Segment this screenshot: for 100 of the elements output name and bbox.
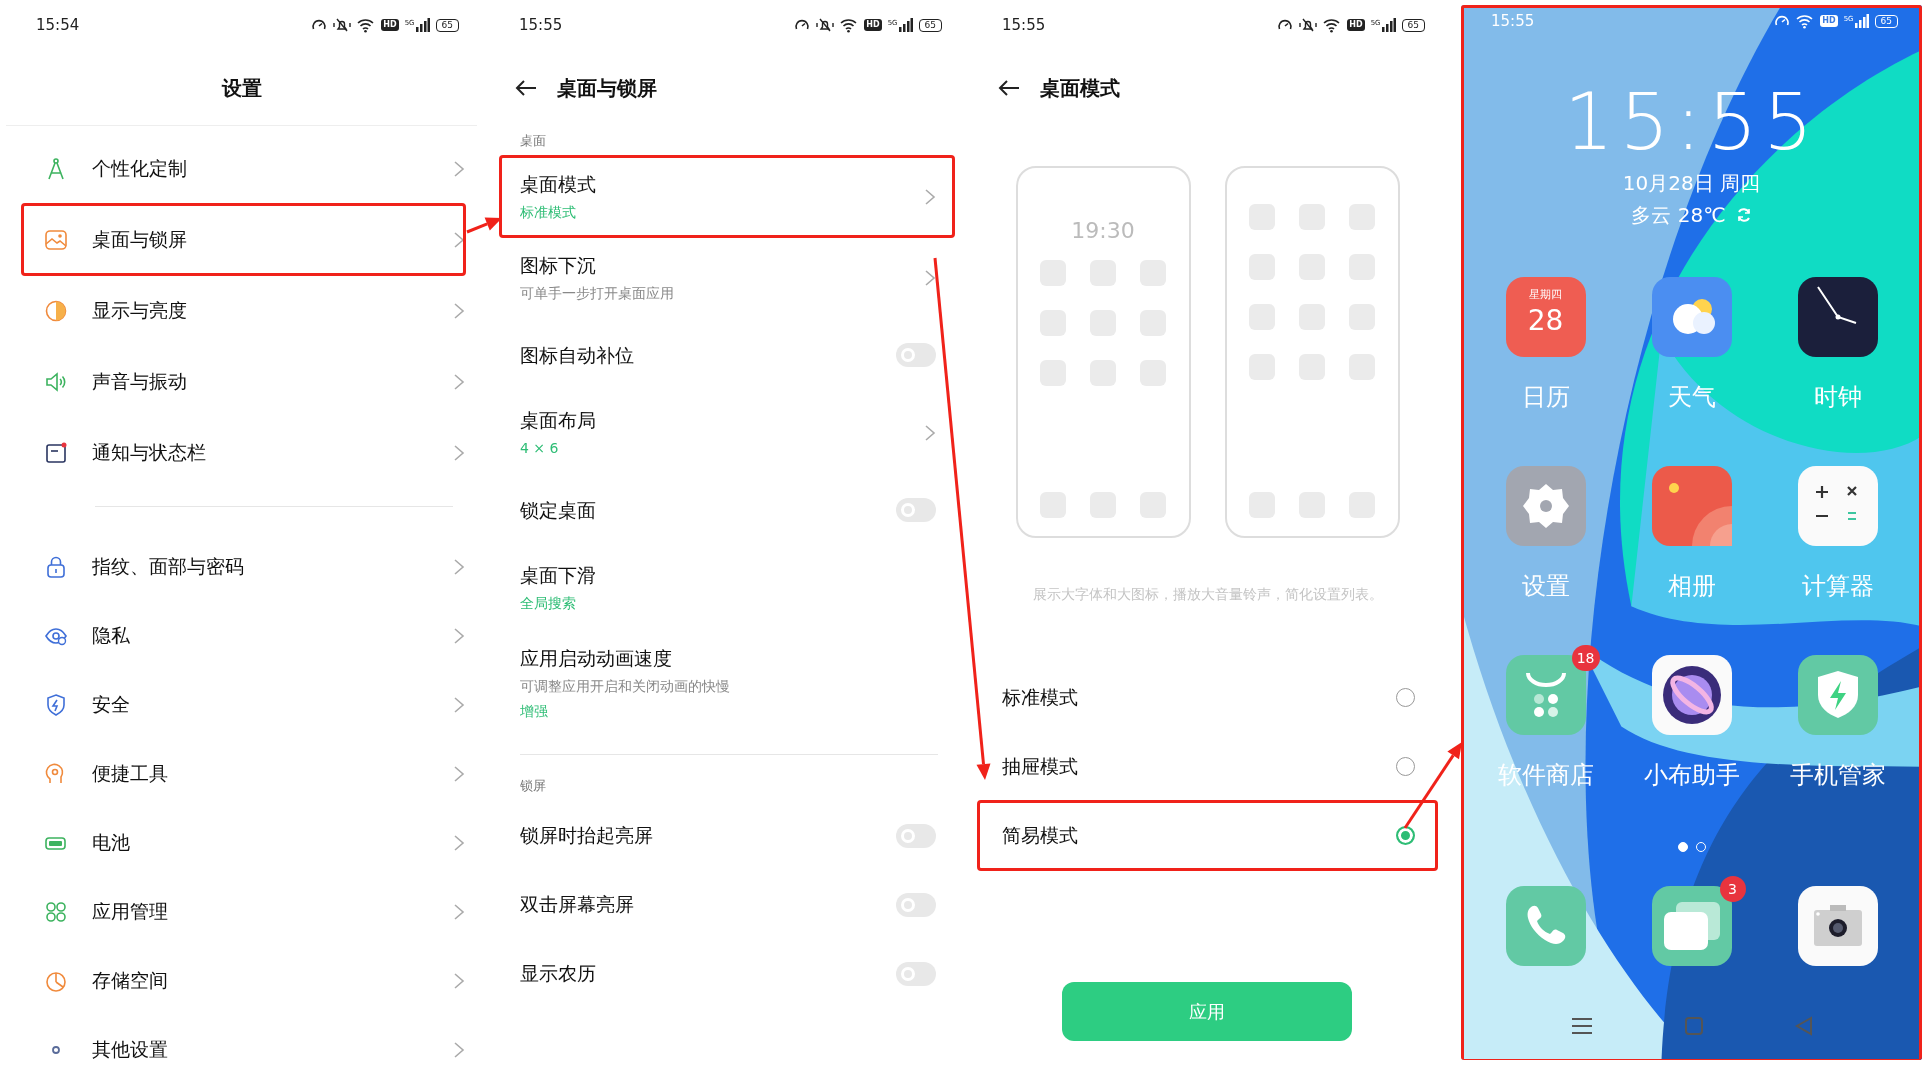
chevron-right-icon (924, 187, 936, 206)
settings-item[interactable]: 应用管理 (22, 877, 465, 946)
item-value: 4 × 6 (520, 439, 560, 459)
shield-app-icon[interactable] (1797, 655, 1878, 735)
signal-icon (415, 18, 430, 32)
item-label: 桌面下滑 (520, 562, 597, 588)
shield-icon (44, 692, 68, 717)
camera-app-icon[interactable] (1797, 886, 1878, 966)
radio-button[interactable] (1396, 826, 1415, 845)
settings-item[interactable]: 图标下沉 可单手一步打开桌面应用 (500, 237, 954, 318)
item-description: 可调整应用开启和关闭动画的快慢 (520, 677, 731, 697)
mode-option[interactable]: 抽屉模式 (978, 732, 1437, 801)
back-arrow-icon[interactable] (998, 79, 1020, 97)
chevron-right-icon (453, 301, 465, 320)
wifi-icon (357, 17, 376, 33)
settings-item[interactable]: 安全 (22, 670, 465, 739)
settings-item[interactable]: 显示与亮度 (22, 275, 465, 346)
wifi-icon (1323, 17, 1342, 33)
weather-app-icon[interactable] (1651, 277, 1732, 357)
page-title: 桌面与锁屏 (557, 75, 657, 102)
settings-item[interactable]: 桌面与锁屏 (22, 204, 465, 275)
gear-app-icon[interactable] (1505, 466, 1586, 546)
picture-icon (44, 227, 68, 252)
settings-item[interactable]: 其他设置 (22, 1015, 465, 1067)
chevron-right-icon (453, 695, 465, 714)
notification-icon (44, 440, 68, 465)
settings-item[interactable]: 隐私 (22, 601, 465, 670)
item-value: 增强 (520, 702, 549, 722)
status-time: 15:55 (1002, 14, 1046, 36)
item-label: 图标下沉 (520, 252, 597, 278)
battery-indicator: 65 (435, 18, 459, 32)
battery-indicator: 65 (918, 18, 942, 32)
settings-item[interactable]: 电池 (22, 808, 465, 877)
settings-item[interactable]: 存储空间 (22, 946, 465, 1015)
chevron-right-icon (453, 626, 465, 645)
settings-item[interactable]: 桌面下滑 全局搜索 (500, 547, 954, 628)
settings-item[interactable]: 指纹、面部与密码 (22, 532, 465, 601)
date-text: 10月28日 周四 (1622, 170, 1761, 197)
hd-indicator: HD (381, 19, 399, 31)
settings-item[interactable]: 图标自动补位 (500, 318, 954, 392)
calculator-app-icon[interactable] (1797, 466, 1878, 546)
settings-item[interactable]: 锁屏时抬起亮屏 (500, 801, 954, 870)
chevron-right-icon (453, 230, 465, 249)
item-description: 可单手一步打开桌面应用 (520, 284, 675, 304)
settings-item[interactable]: 个性化定制 (22, 133, 465, 204)
settings-item[interactable]: 便捷工具 (22, 739, 465, 808)
wifi-icon (840, 17, 859, 33)
item-label: 锁屏时抬起亮屏 (520, 823, 654, 849)
chevron-right-icon (924, 268, 936, 287)
section-header: 桌面 (520, 132, 546, 151)
app-label[interactable]: 手机管家 (1789, 760, 1886, 790)
app-label[interactable]: 小布助手 (1643, 760, 1740, 790)
phone-app-icon[interactable] (1505, 886, 1586, 966)
mode-option[interactable]: 简易模式 (978, 801, 1437, 870)
page-indicator-dot[interactable] (1677, 842, 1688, 852)
chevron-right-icon (453, 764, 465, 783)
weather-text: 多云 28℃ (1631, 202, 1726, 229)
settings-item[interactable]: 双击屏幕亮屏 (500, 870, 954, 939)
settings-item[interactable]: 通知与状态栏 (22, 417, 465, 488)
status-time: 15:55 (519, 14, 563, 36)
mode-option[interactable]: 标准模式 (978, 663, 1437, 732)
hd-indicator: HD (864, 19, 882, 31)
half-circle-icon (44, 298, 68, 323)
chevron-right-icon (453, 372, 465, 391)
settings-item[interactable]: 锁定桌面 (500, 473, 954, 547)
status-time: 15:54 (36, 14, 80, 36)
page-title: 设置 (221, 74, 262, 102)
chevron-right-icon (453, 833, 465, 852)
refresh-icon[interactable] (1735, 207, 1752, 223)
item-label: 锁定桌面 (520, 497, 597, 523)
chevron-right-icon (453, 1040, 465, 1059)
chevron-right-icon (924, 423, 936, 442)
item-label: 桌面模式 (520, 171, 597, 197)
icon-day: 28 (1527, 303, 1564, 338)
settings-item[interactable]: 桌面布局 4 × 6 (500, 392, 954, 473)
planet-app-icon[interactable] (1651, 655, 1732, 735)
signal-icon (1381, 18, 1396, 32)
settings-item[interactable]: 声音与振动 (22, 346, 465, 417)
clock-app-icon[interactable] (1797, 277, 1878, 357)
icon-weekday: 星期四 (1529, 287, 1562, 303)
signal-icon (898, 18, 913, 32)
annotation-arrow (466, 217, 502, 234)
item-label: 图标自动补位 (520, 342, 635, 368)
lock-icon (44, 554, 68, 579)
menu-icon[interactable] (1569, 1016, 1594, 1036)
chevron-right-icon (453, 971, 465, 990)
item-label: 应用启动动画速度 (520, 645, 673, 671)
preview-clock: 19:30 (1071, 216, 1135, 245)
settings-item[interactable]: 桌面模式 标准模式 (500, 156, 954, 237)
battery-indicator: 65 (1874, 14, 1898, 28)
back-arrow-icon[interactable] (515, 79, 537, 97)
mode-description: 展示大字体和大图标，播放大音量铃声，简化设置列表。 (1031, 585, 1384, 604)
circle-icon (52, 1045, 60, 1054)
settings-item[interactable]: 显示农历 (500, 939, 954, 1008)
app-grid-icon (44, 899, 68, 924)
battery-indicator: 65 (1401, 18, 1425, 32)
item-label: 桌面布局 (520, 407, 597, 433)
settings-item[interactable]: 应用启动动画速度 可调整应用开启和关闭动画的快慢 增强 (500, 628, 954, 738)
hd-indicator: HD (1820, 15, 1838, 27)
gallery-app-icon[interactable] (1651, 466, 1732, 546)
